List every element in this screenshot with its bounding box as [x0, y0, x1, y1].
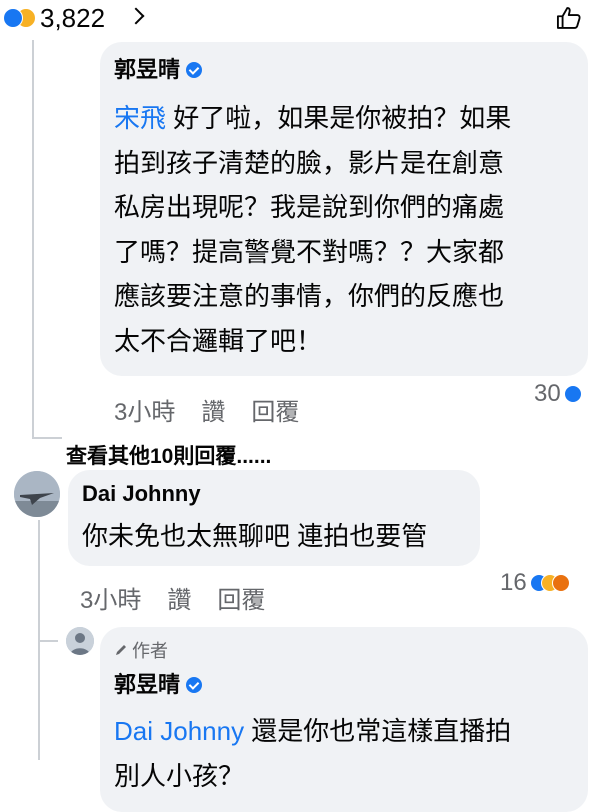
comment-line: 還是你也常這樣直播拍: [244, 716, 512, 746]
verified-badge-icon: [186, 677, 203, 693]
comment-actions: 3小時 讚 回覆: [80, 580, 265, 615]
view-more-replies-link[interactable]: 查看其他10則回覆......: [66, 440, 271, 470]
comment-text: 宋飛 好了啦，如果是你被拍？如果 拍到孩子清楚的臉，影片是在創意 私房出現呢？我…: [114, 96, 511, 363]
comment-line: 應該要注意的事情，你們的反應也: [114, 281, 505, 311]
comment-line: 了嗎？提高警覺不對嗎？？大家都: [114, 236, 505, 267]
reply-button[interactable]: 回覆: [251, 392, 299, 427]
author-name[interactable]: Dai Johnny: [82, 480, 201, 508]
thread-line: [32, 40, 34, 438]
jet-avatar-icon: [14, 471, 60, 517]
person-avatar-icon: [66, 627, 94, 655]
author-name[interactable]: 郭昱晴: [114, 671, 180, 699]
comment-reaction-count[interactable]: 30: [534, 380, 582, 408]
comment-time[interactable]: 3小時: [80, 580, 141, 615]
thread-line-branch: [38, 640, 58, 642]
comment-reaction-count[interactable]: 16: [500, 569, 570, 597]
comment-text: Dai Johnny 還是你也常這樣直播拍 別人小孩？: [114, 709, 511, 798]
comment-actions: 3小時 讚 回覆: [114, 392, 299, 427]
reaction-summary-bar[interactable]: 3,822: [0, 0, 601, 40]
comment-line: 拍到孩子清楚的臉，影片是在創意: [114, 147, 505, 178]
comment-line: 太不合邏輯了吧！: [114, 325, 323, 356]
comment-author[interactable]: 郭昱晴: [114, 56, 203, 84]
comment-author[interactable]: 郭昱晴: [114, 671, 203, 699]
comment-time[interactable]: 3小時: [114, 392, 175, 427]
comment-bubble[interactable]: 郭昱晴 宋飛 好了啦，如果是你被拍？如果 拍到孩子清楚的臉，影片是在創意 私房出…: [100, 42, 588, 376]
comment-bubble[interactable]: 作者 郭昱晴 Dai Johnny 還是你也常這樣直播拍 別人小孩？: [100, 627, 588, 812]
like-reaction-icon: [563, 385, 582, 403]
avatar[interactable]: [14, 471, 60, 517]
pencil-icon: [116, 645, 126, 655]
comment-line: 私房出現呢？我是說到你們的痛處: [114, 192, 505, 222]
reaction-count: 3,822: [40, 3, 106, 33]
reaction-number: 16: [500, 569, 527, 596]
comment-line: 別人小孩？: [114, 760, 245, 791]
reaction-number: 30: [534, 380, 561, 407]
avatar[interactable]: [66, 627, 94, 655]
thumbs-up-outline-icon[interactable]: [555, 4, 583, 32]
author-badge-label: 作者: [132, 641, 168, 661]
comment-text: 你未免也太無聊吧 連拍也要管: [82, 521, 428, 551]
author-name[interactable]: 郭昱晴: [114, 56, 180, 84]
like-button[interactable]: 讚: [201, 392, 225, 427]
mention-link[interactable]: 宋飛: [114, 103, 166, 133]
comment-author[interactable]: Dai Johnny: [82, 480, 201, 508]
thread-line-branch: [32, 437, 62, 439]
angry-reaction-icon: [551, 574, 570, 592]
verified-badge-icon: [186, 62, 203, 78]
chevron-right-icon[interactable]: [127, 7, 145, 25]
like-button[interactable]: 讚: [167, 580, 191, 615]
author-badge: 作者: [114, 637, 168, 663]
comment-line: 好了啦，如果是你被拍？如果: [166, 103, 512, 133]
mention-link[interactable]: Dai Johnny: [114, 716, 244, 746]
reply-button[interactable]: 回覆: [217, 580, 265, 615]
comment-bubble[interactable]: Dai Johnny 你未免也太無聊吧 連拍也要管: [68, 470, 480, 566]
like-reaction-icon: [3, 8, 23, 28]
